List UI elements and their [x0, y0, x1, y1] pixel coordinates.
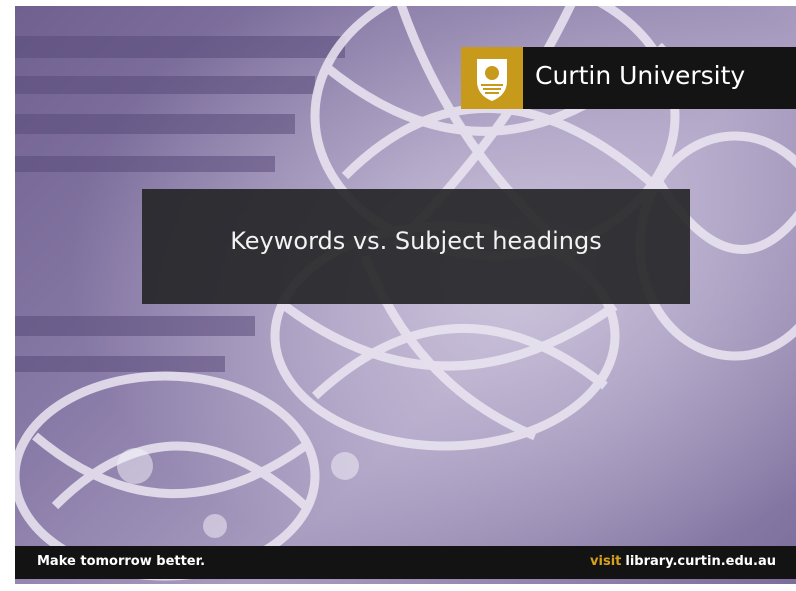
footer-bar: Make tomorrow better. visit library.curti…	[15, 546, 796, 579]
frame: Curtin University Keywords vs. Subject h…	[0, 0, 796, 591]
logo-tile	[461, 47, 523, 109]
university-brand: Curtin University	[461, 47, 796, 109]
footer-visit-label: visit	[590, 554, 622, 569]
video-slide: Curtin University Keywords vs. Subject h…	[15, 6, 796, 584]
footer-url: library.curtin.edu.au	[625, 554, 776, 569]
university-name: Curtin University	[535, 61, 746, 90]
title-panel: Keywords vs. Subject headings	[142, 189, 690, 304]
footer-tagline: Make tomorrow better.	[37, 554, 206, 569]
footer-link: visit library.curtin.edu.au	[590, 554, 776, 569]
curtin-crest-icon	[477, 59, 507, 101]
slide-title: Keywords vs. Subject headings	[230, 227, 602, 255]
